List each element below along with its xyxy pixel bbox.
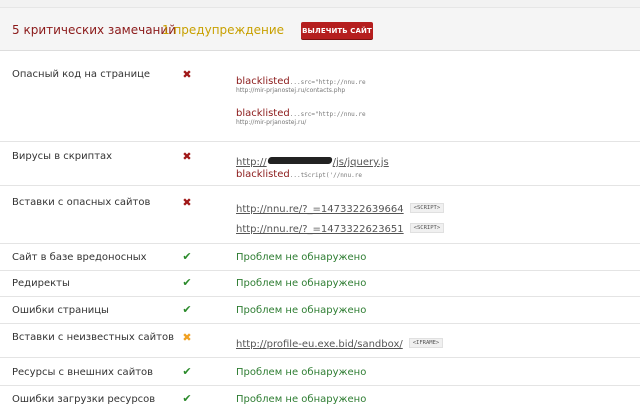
- threat-keyword: blacklisted: [236, 169, 290, 180]
- row-divider: [0, 357, 640, 358]
- ok-status: Проблем не обнаружено: [236, 305, 367, 316]
- check-name: Вставки с неизвестных сайтов: [12, 332, 174, 343]
- row-divider: [0, 385, 640, 386]
- check-name: Ошибки загрузки ресурсов: [12, 394, 156, 405]
- row-divider: [0, 141, 640, 142]
- code-snippet: ...src="http://nnu.re: [289, 79, 366, 86]
- check-name: Опасный код на странице: [12, 69, 151, 80]
- check-icon: ✔: [182, 276, 192, 289]
- threat-keyword: blacklisted: [236, 108, 290, 119]
- detail-line: http://nnu.re/?_=1473322623651 <SCRIPT>: [236, 217, 445, 236]
- ok-status: Проблем не обнаружено: [236, 367, 367, 378]
- top-bar: [0, 0, 640, 8]
- row-divider: [0, 296, 640, 297]
- check-icon: ✔: [182, 365, 192, 378]
- row-divider: [0, 185, 640, 186]
- row-divider: [0, 323, 640, 324]
- cross-icon: ✖: [182, 196, 192, 209]
- row-divider: [0, 243, 640, 244]
- check-name: Ресурсы с внешних сайтов: [12, 367, 154, 378]
- check-icon: ✔: [182, 392, 192, 405]
- insert-link[interactable]: http://nnu.re/?_=1473322639664: [236, 204, 404, 215]
- cross-icon: ✖: [182, 68, 192, 81]
- cross-icon: ✖: [182, 150, 192, 163]
- warning-count: 1 предупреждение: [162, 23, 285, 37]
- threat-keyword: blacklisted: [236, 76, 290, 87]
- tag-badge: <IFRAME>: [408, 337, 444, 348]
- insert-link[interactable]: http://profile-eu.exe.bid/sandbox/: [236, 339, 403, 350]
- check-name: Ошибки страницы: [12, 305, 109, 316]
- critical-count: 5 критических замечаний: [12, 23, 176, 37]
- check-name: Редиректы: [12, 278, 70, 289]
- ok-status: Проблем не обнаружено: [236, 252, 367, 263]
- source-url: http://mir-prjanostej.ru/contacts.php: [236, 87, 346, 94]
- tag-badge: <SCRIPT>: [409, 202, 445, 213]
- check-icon: ✔: [182, 250, 192, 263]
- code-snippet: ...src="http://nnu.re: [289, 111, 366, 118]
- warning-cross-icon: ✖: [182, 331, 192, 344]
- source-url: http://mir-prjanostej.ru/: [236, 119, 307, 126]
- ok-status: Проблем не обнаружено: [236, 278, 367, 289]
- insert-link[interactable]: http://nnu.re/?_=1473322623651: [236, 224, 404, 235]
- code-snippet: ...tScript('//nnu.re: [289, 172, 362, 179]
- scan-summary: 5 критических замечаний 1 предупреждение…: [0, 8, 640, 51]
- heal-site-button[interactable]: ВЫЛЕЧИТЬ САЙТ: [301, 22, 373, 39]
- row-divider: [0, 270, 640, 271]
- check-icon: ✔: [182, 303, 192, 316]
- detail-line: blacklisted...src="http://nnu.re: [236, 69, 366, 88]
- detail-line: http://profile-eu.exe.bid/sandbox/ <IFRAM…: [236, 332, 444, 351]
- check-name: Вставки с опасных сайтов: [12, 197, 151, 208]
- check-name: Вирусы в скриптах: [12, 151, 113, 162]
- ok-status: Проблем не обнаружено: [236, 394, 367, 405]
- detail-line: blacklisted...src="http://nnu.re: [236, 101, 366, 120]
- tag-badge: <SCRIPT>: [409, 222, 445, 233]
- check-name: Сайт в базе вредоносных: [12, 252, 147, 263]
- detail-line: http://nnu.re/?_=1473322639664 <SCRIPT>: [236, 197, 445, 216]
- detail-line: blacklisted...tScript('//nnu.re: [236, 162, 362, 181]
